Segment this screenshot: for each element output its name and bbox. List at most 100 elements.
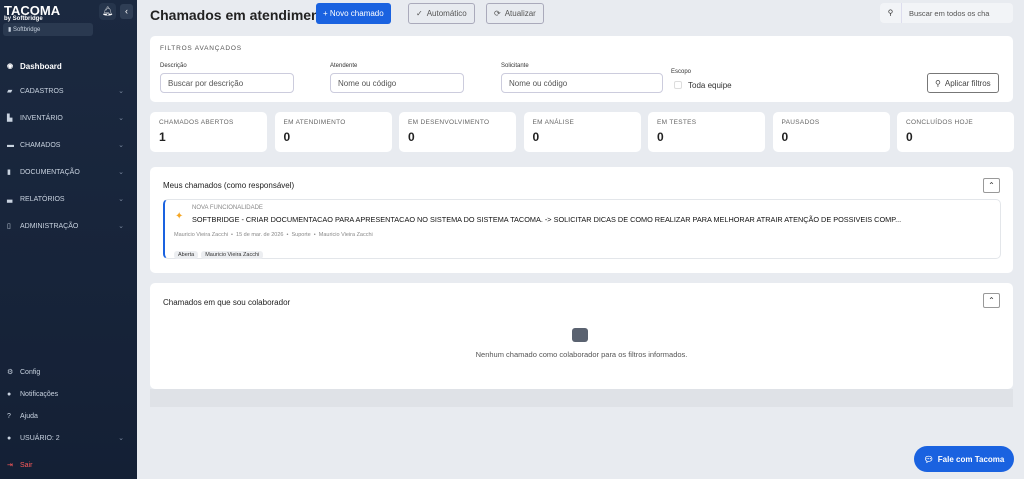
stat-label: PAUSADOS xyxy=(781,119,820,126)
sidebar-usuario[interactable]: ● USUÁRIO: 2 ⌄ xyxy=(0,432,137,444)
label: Solicitante xyxy=(501,63,529,69)
search-input[interactable]: Buscar em todos os cha xyxy=(902,9,989,18)
global-search[interactable]: ⚲ Buscar em todos os cha xyxy=(880,3,1013,23)
label: RELATÓRIOS xyxy=(20,195,65,203)
label: USUÁRIO: 2 xyxy=(20,434,60,442)
stat-label: EM ANÁLISE xyxy=(532,119,575,126)
ticket-type: NOVA FUNCIONALIDADE xyxy=(192,205,263,211)
empty-message: Nenhum chamado como colaborador para os … xyxy=(475,350,688,359)
gauge-icon: ◉ xyxy=(7,63,14,70)
stat-value: 0 xyxy=(532,130,540,144)
stat-label: EM ATENDIMENTO xyxy=(283,119,346,126)
sidebar-item-cadastros[interactable]: ▰ CADASTROS ⌄ xyxy=(0,85,137,97)
team-checkbox[interactable] xyxy=(674,81,682,89)
chevron-down-icon: ⌄ xyxy=(118,115,124,122)
chevron-down-icon: ⌄ xyxy=(118,88,124,95)
folder-icon: ▰ xyxy=(7,88,13,95)
collapse-button[interactable]: ⌃ xyxy=(983,293,1000,308)
label: DOCUMENTAÇÃO xyxy=(20,168,80,176)
status-badge: Aberta xyxy=(174,251,199,259)
inbox-icon xyxy=(572,328,588,342)
stat-card: EM DESENVOLVIMENTO 0 xyxy=(399,112,516,152)
boxes-icon: ▙ xyxy=(7,115,13,122)
brand-logo: TACOMA by Softbridge xyxy=(4,3,61,22)
sparkle-icon: ✦ xyxy=(175,211,184,222)
sidebar-sair[interactable]: ⇥ Sair xyxy=(0,459,137,471)
sidebar-item-chamados[interactable]: ▬ CHAMADOS ⌄ xyxy=(0,139,137,151)
chevron-down-icon: ⌄ xyxy=(118,142,124,149)
user-icon: ● xyxy=(7,434,12,442)
stat-value: 0 xyxy=(283,130,291,144)
sidebar-item-relatorios[interactable]: ▃ RELATÓRIOS ⌄ xyxy=(0,193,137,205)
new-ticket-button[interactable]: + Novo chamado xyxy=(316,3,391,24)
label: Fale com Tacoma xyxy=(937,454,1005,464)
label: Aplicar filtros xyxy=(944,78,991,88)
org-selector[interactable]: ▮ Softbridge xyxy=(3,23,93,36)
refresh-button[interactable]: ⟳ Atualizar xyxy=(486,3,544,24)
assignee-badge: Mauricio Vieira Zacchi xyxy=(201,251,264,259)
stat-card: EM ATENDIMENTO 0 xyxy=(274,112,392,152)
bell-icon: ● xyxy=(7,390,12,398)
stat-card: EM TESTES 0 xyxy=(648,112,765,152)
help-icon: ? xyxy=(7,412,11,420)
chat-button[interactable]: 💬︎ Fale com Tacoma xyxy=(914,446,1014,472)
requester-input[interactable]: Nome ou código xyxy=(501,73,663,93)
label: Config xyxy=(20,368,41,376)
sidebar-config[interactable]: ⚙ Config xyxy=(0,366,137,378)
stat-label: EM DESENVOLVIMENTO xyxy=(408,119,490,126)
ticket-meta: Mauricio Vieira Zacchi • 15 de mar. de 2… xyxy=(174,232,373,238)
building-icon: ▯ xyxy=(7,223,11,230)
attendant-input[interactable]: Nome ou código xyxy=(330,73,464,93)
label: Escopo xyxy=(671,69,692,75)
sidebar-item-documentacao[interactable]: ▮ DOCUMENTAÇÃO ⌄ xyxy=(0,166,137,178)
label: Atualizar xyxy=(504,9,536,18)
label: Notificações xyxy=(20,390,59,398)
chart-icon: ▃ xyxy=(7,196,13,203)
collab-panel: Chamados em que sou colaborador ⌃ Nenhum… xyxy=(150,283,1013,389)
collapse-sidebar-button[interactable]: ‹ xyxy=(120,4,133,19)
check-icon: ✓ xyxy=(416,9,423,18)
sidebar-notificacoes[interactable]: ● Notificações xyxy=(0,388,137,400)
label: ADMINISTRAÇÃO xyxy=(20,222,79,230)
label: INVENTÁRIO xyxy=(20,114,63,122)
auto-button[interactable]: ✓ Automático xyxy=(408,3,475,24)
stat-card: PAUSADOS 0 xyxy=(772,112,890,152)
label: Ajuda xyxy=(20,412,38,420)
chevron-down-icon: ⌄ xyxy=(118,223,124,230)
sidebar-item-dashboard[interactable]: ◉ Dashboard xyxy=(0,60,137,72)
sidebar-item-administracao[interactable]: ▯ ADMINISTRAÇÃO ⌄ xyxy=(0,220,137,232)
label: Dashboard xyxy=(20,61,62,71)
search-icon: ⚲ xyxy=(935,78,941,88)
collapse-button[interactable]: ⌃ xyxy=(983,178,1000,193)
chevron-down-icon: ⌄ xyxy=(118,435,124,442)
refresh-icon: ⟳ xyxy=(494,9,501,18)
description-input[interactable]: Buscar por descrição xyxy=(160,73,294,93)
label: Descrição xyxy=(160,63,187,69)
sidebar-item-inventario[interactable]: ▙ INVENTÁRIO ⌄ xyxy=(0,112,137,124)
search-icon: ⚲ xyxy=(880,3,902,23)
chat-icon: 💬︎ xyxy=(923,454,934,464)
stat-label: EM TESTES xyxy=(657,119,697,126)
ticket-icon: ▬ xyxy=(7,141,14,149)
sidebar-ajuda[interactable]: ? Ajuda xyxy=(0,410,137,422)
apply-filters-button[interactable]: ⚲ Aplicar filtros xyxy=(927,73,999,93)
logout-icon: ⇥ xyxy=(7,462,13,469)
filters-title: FILTROS AVANÇADOS xyxy=(160,45,242,52)
ticket-card[interactable]: ✦ NOVA FUNCIONALIDADE SOFTBRIDGE - CRIAR… xyxy=(163,199,1001,259)
label: Automático xyxy=(426,9,467,18)
label: CADASTROS xyxy=(20,87,64,95)
stat-label: CHAMADOS ABERTOS xyxy=(159,119,234,126)
filters-panel: FILTROS AVANÇADOS Descrição Buscar por d… xyxy=(150,36,1013,102)
stat-value: 0 xyxy=(781,130,789,144)
sidebar: TACOMA by Softbridge ▮ Softbridge 🔔︎ ‹ ◉ D… xyxy=(0,0,137,479)
footer-strip xyxy=(150,389,1013,407)
gear-icon: ⚙ xyxy=(7,369,14,376)
main-content: Chamados em atendimento + Novo chamado ✓… xyxy=(137,0,1024,479)
section-title: Chamados em que sou colaborador xyxy=(163,298,291,307)
stat-value: 0 xyxy=(906,130,913,144)
bell-icon[interactable]: 🔔︎ xyxy=(99,3,116,20)
label: Toda equipe xyxy=(688,81,732,90)
stat-card: EM ANÁLISE 0 xyxy=(523,112,641,152)
section-title: Meus chamados (como responsável) xyxy=(163,181,295,190)
stat-value: 1 xyxy=(159,130,166,144)
